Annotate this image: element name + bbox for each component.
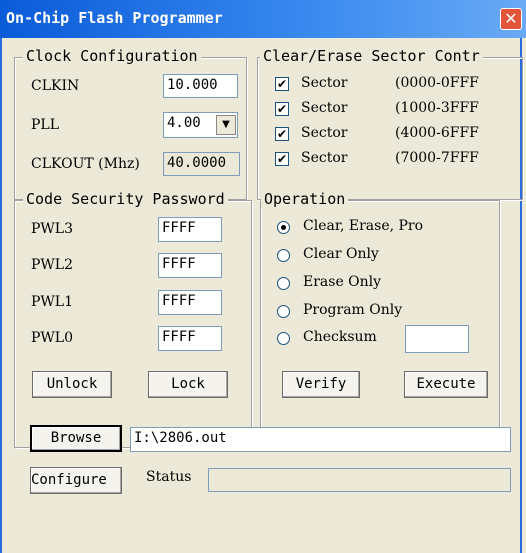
option-label: Clear Only	[303, 246, 379, 262]
option-label: Program Only	[303, 302, 403, 318]
unlock-button[interactable]: Unlock	[32, 371, 112, 398]
sector-legend: Clear/Erase Sector Contr	[260, 47, 483, 65]
sector-label: Sector	[301, 100, 348, 116]
pwl0-input[interactable]: FFFF	[158, 326, 222, 351]
check-icon[interactable]: ✔	[275, 102, 289, 116]
lock-button[interactable]: Lock	[148, 371, 228, 398]
verify-button[interactable]: Verify	[282, 371, 360, 398]
sector-range: (0000-0FFF	[395, 75, 479, 91]
clock-config-legend: Clock Configuration	[23, 47, 201, 65]
window-body: Clock Configuration CLKIN 10.000 PLL 4.0…	[0, 38, 523, 553]
file-path-input[interactable]: I:\2806.out	[130, 427, 511, 452]
option-label: Erase Only	[303, 274, 382, 290]
pll-select[interactable]: 4.00 ▼	[163, 112, 238, 138]
option-label: Checksum	[303, 329, 377, 345]
radio-icon[interactable]	[277, 332, 290, 345]
sector-label: Sector	[301, 150, 348, 166]
pll-value: 4.00	[167, 115, 201, 131]
chevron-down-icon[interactable]: ▼	[216, 115, 236, 135]
close-icon[interactable]: ✕	[500, 8, 522, 30]
security-legend: Code Security Password	[23, 190, 228, 208]
radio-icon[interactable]	[277, 305, 290, 318]
browse-button[interactable]: Browse	[30, 425, 122, 452]
clkout-output: 40.0000	[163, 152, 240, 176]
sector-range: (1000-3FFF	[395, 100, 479, 116]
option-label: Clear, Erase, Pro	[303, 218, 424, 234]
pwl0-label: PWL0	[31, 330, 74, 346]
sector-range: (7000-7FFF	[395, 150, 479, 166]
security-group: Code Security Password PWL3 FFFF PWL2 FF…	[14, 190, 252, 448]
radio-icon[interactable]	[277, 277, 290, 290]
status-label: Status	[146, 469, 192, 485]
pwl3-input[interactable]: FFFF	[158, 217, 222, 242]
check-icon[interactable]: ✔	[275, 152, 289, 166]
pwl1-label: PWL1	[31, 294, 74, 310]
title-bar: On-Chip Flash Programmer ✕	[0, 0, 526, 38]
clkin-label: CLKIN	[31, 78, 80, 94]
radio-icon[interactable]	[277, 221, 290, 234]
check-icon[interactable]: ✔	[275, 77, 289, 91]
sector-label: Sector	[301, 75, 348, 91]
operation-legend: Operation	[261, 190, 349, 208]
pwl3-label: PWL3	[31, 221, 74, 237]
sector-group: Clear/Erase Sector Contr ✔ Sector (0000-…	[257, 47, 523, 200]
clkin-input[interactable]: 10.000	[163, 74, 238, 98]
pwl2-label: PWL2	[31, 257, 74, 273]
operation-group: Operation Clear, Erase, Pro Clear Only E…	[260, 190, 500, 448]
window-title: On-Chip Flash Programmer	[6, 9, 223, 27]
pll-label: PLL	[31, 117, 60, 133]
radio-icon[interactable]	[277, 249, 290, 262]
pwl2-input[interactable]: FFFF	[158, 253, 222, 278]
clkout-label: CLKOUT (Mhz)	[31, 156, 140, 172]
status-field	[208, 468, 511, 492]
configure-button[interactable]: Configure	[30, 467, 122, 494]
clock-config-group: Clock Configuration CLKIN 10.000 PLL 4.0…	[14, 47, 247, 200]
sector-label: Sector	[301, 125, 348, 141]
check-icon[interactable]: ✔	[275, 127, 289, 141]
sector-range: (4000-6FFF	[395, 125, 479, 141]
checksum-input[interactable]	[405, 325, 469, 353]
pwl1-input[interactable]: FFFF	[158, 290, 222, 315]
execute-button[interactable]: Execute	[404, 371, 488, 398]
